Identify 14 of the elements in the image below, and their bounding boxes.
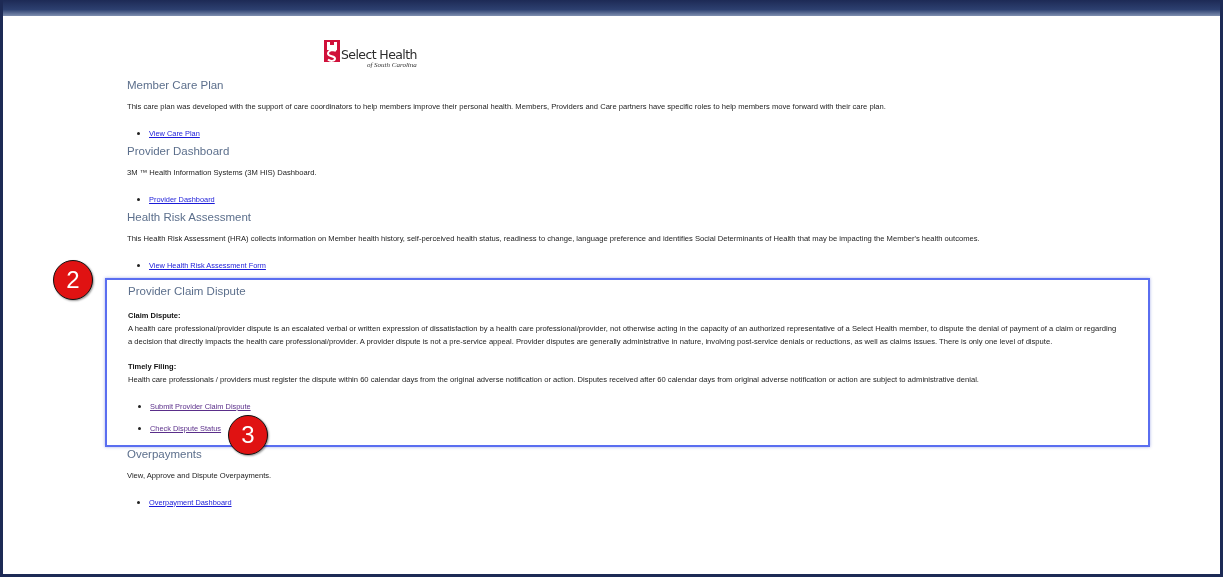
bullet-icon <box>138 404 141 408</box>
callout-badge: 3 <box>228 415 268 455</box>
logo-mark-icon <box>324 40 340 62</box>
bullet-icon <box>137 131 140 135</box>
section-heading: Member Care Plan <box>127 78 225 93</box>
bullet-icon <box>137 263 140 267</box>
callout-badge: 2 <box>53 260 93 300</box>
bullet-icon <box>137 500 140 504</box>
bullet-icon <box>138 426 141 430</box>
bullet-icon <box>137 197 140 201</box>
section-heading: Overpayments <box>127 447 203 462</box>
section-heading: Provider Dashboard <box>127 144 231 159</box>
section-heading: Provider Claim Dispute <box>128 284 247 299</box>
section-heading: Health Risk Assessment <box>127 210 252 225</box>
